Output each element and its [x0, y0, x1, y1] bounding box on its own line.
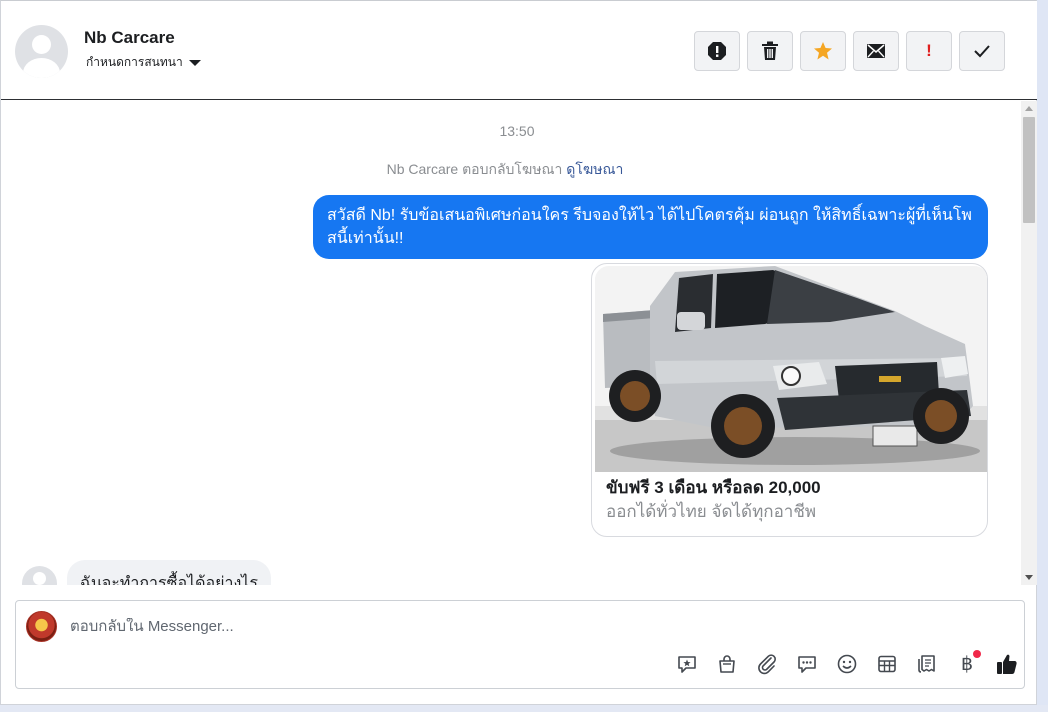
background-strip	[1037, 0, 1048, 712]
ad-image	[595, 266, 987, 472]
star-icon	[814, 42, 832, 60]
thumbs-up-icon	[997, 654, 1017, 674]
smiley-icon	[837, 654, 857, 674]
mark-unread-button[interactable]	[853, 31, 899, 71]
ad-reply-text: Nb Carcare ตอบกลับโฆษณา	[386, 161, 563, 177]
attachment-button[interactable]	[752, 651, 782, 677]
ad-card-title: ขับฟรี 3 เดือน หรือลด 20,000	[606, 478, 821, 497]
outgoing-message-bubble: สวัสดี Nb! รับข้อเสนอพิเศษก่อนใคร รีบจอง…	[313, 195, 988, 259]
emoji-button[interactable]	[832, 651, 862, 677]
orders-button[interactable]	[912, 651, 942, 677]
like-button[interactable]	[992, 651, 1022, 677]
ad-card-subtitle: ออกได้ทั่วไทย จัดได้ทุกอาชีพ	[606, 502, 817, 521]
appointment-button[interactable]	[872, 651, 902, 677]
star-button[interactable]	[800, 31, 846, 71]
view-ad-link[interactable]: ดูโฆษณา	[566, 161, 623, 177]
shop-button[interactable]	[712, 651, 742, 677]
done-button[interactable]	[959, 31, 1005, 71]
chat-bubble-icon	[798, 656, 816, 673]
message-thread: 13:50 Nb Carcare ตอบกลับโฆษณา ดูโฆษณา สว…	[1, 101, 1021, 585]
thread-scrollbar[interactable]	[1021, 101, 1037, 585]
exclamation-icon: !	[926, 41, 932, 60]
pickup-truck-image	[595, 266, 987, 472]
payment-button[interactable]: ฿	[952, 650, 982, 677]
checkmark-icon	[974, 45, 990, 58]
delete-button[interactable]	[747, 31, 793, 71]
alert-octagon-icon	[708, 42, 726, 60]
scroll-down-arrow-icon[interactable]	[1025, 575, 1033, 580]
background-strip-bottom	[0, 705, 1048, 712]
scroll-up-arrow-icon[interactable]	[1025, 106, 1033, 111]
saved-replies-button[interactable]	[672, 651, 702, 677]
conversation-window: Nb Carcare กำหนดการสนทนา ! 13:50 Nb Carc…	[0, 0, 1037, 705]
contact-avatar-small	[22, 566, 57, 585]
notification-dot	[973, 650, 981, 658]
paperclip-icon	[758, 654, 776, 675]
shopping-bag-icon	[719, 655, 735, 673]
incoming-message-bubble: ฉันจะทำการซื้อได้อย่างไร	[67, 560, 271, 585]
contact-avatar[interactable]	[15, 25, 68, 78]
conversation-toolbar: !	[694, 31, 1005, 71]
trash-icon	[762, 41, 778, 60]
receipt-icon	[918, 655, 935, 673]
important-button[interactable]: !	[906, 31, 952, 71]
ad-card[interactable]: ขับฟรี 3 เดือน หรือลด 20,000 ออกได้ทั่วไ…	[591, 263, 988, 537]
calendar-grid-icon	[878, 655, 896, 673]
page-avatar	[26, 611, 57, 642]
scrollbar-thumb[interactable]	[1023, 117, 1035, 223]
reply-composer: ฿	[15, 600, 1025, 689]
saved-replies-icon	[678, 656, 696, 673]
spam-report-button[interactable]	[694, 31, 740, 71]
assign-conversation-dropdown[interactable]: กำหนดการสนทนา	[86, 53, 201, 72]
assign-conversation-label: กำหนดการสนทนา	[86, 55, 183, 69]
envelope-icon	[867, 44, 885, 58]
conversation-header: Nb Carcare กำหนดการสนทนา !	[1, 1, 1037, 100]
caret-down-icon	[188, 60, 201, 66]
ad-reply-note: Nb Carcare ตอบกลับโฆษณา ดูโฆษณา	[1, 159, 1009, 181]
baht-icon: ฿	[960, 653, 974, 675]
message-timestamp: 13:50	[499, 123, 535, 139]
reply-input[interactable]	[70, 618, 970, 635]
composer-toolbar: ฿	[672, 650, 1022, 677]
message-button[interactable]	[792, 651, 822, 677]
contact-name[interactable]: Nb Carcare	[84, 28, 175, 48]
